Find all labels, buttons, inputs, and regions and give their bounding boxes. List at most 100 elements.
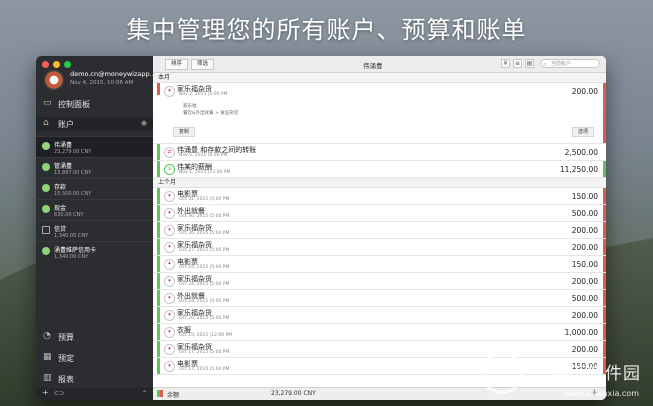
- clothing-icon: ✦: [164, 327, 175, 338]
- transaction-detail[interactable]: ✦ 家乐福杂货 Nov 2, 2015 |5:00 PM 200.00 家乐福 …: [153, 83, 606, 144]
- sidebar-item-dashboard[interactable]: ▭ 控制面板: [36, 97, 153, 111]
- expense-side-marker: [603, 83, 606, 143]
- transaction-amount: 200.00: [571, 243, 598, 252]
- account-item[interactable]: 存款 15,500.00 CNY: [36, 178, 153, 200]
- income-marker: [157, 144, 160, 160]
- sidebar-item-reports[interactable]: ▥ 报表: [36, 372, 153, 386]
- account-status-icon: [42, 184, 50, 192]
- account-item[interactable]: 伟涌豊 23,279.00 CNY: [36, 136, 153, 158]
- transaction-amount: 2,500.00: [564, 148, 598, 157]
- transaction-date: Oct 24, 2015 |5:00 PM: [179, 299, 230, 304]
- transaction-date: Oct 24, 2015 |5:00 PM: [179, 282, 230, 287]
- table-row[interactable]: ✦ 衣服 Oct 19, 2015 |12:00 PM 1,000.00: [153, 324, 606, 341]
- list-view-icon[interactable]: ≡: [513, 59, 522, 68]
- table-row[interactable]: ⇄ 伟涌豊 和存款之间的转账 Nov 2, 2015 |6:00 PM 2,50…: [153, 144, 606, 161]
- folder-icon: [42, 226, 50, 234]
- table-row[interactable]: ✦ 家乐福杂货 Oct 26, 2015 |5:00 PM 200.00: [153, 222, 606, 239]
- cart-icon: ✦: [164, 225, 175, 236]
- balance-marker: [157, 390, 163, 397]
- close-window-button[interactable]: [42, 61, 49, 68]
- dining-icon: ✦: [164, 293, 175, 304]
- account-item[interactable]: 涌豊维萨信用卡 1,340.00 CNY: [36, 241, 153, 263]
- transaction-amount: 1,000.00: [564, 328, 598, 337]
- sidebar-item-scheduled[interactable]: ▦ 预定: [36, 351, 153, 365]
- transaction-date: Oct 19, 2015 |12:00 PM: [179, 333, 233, 338]
- promo-headline: 集中管理您的所有账户、预算和账单: [126, 16, 527, 44]
- account-item[interactable]: 现金 630.00 CNY: [36, 199, 153, 221]
- expense-side-marker: [603, 290, 606, 306]
- search-input[interactable]: ⌕ 当前帐户: [540, 59, 600, 68]
- account-date: Nov 4, 2015, 10:08 AM: [70, 80, 134, 86]
- toolbar: 排序 筛选 伟涌豊 ¥ ≡ ▤ ⌕ 当前帐户: [153, 56, 606, 73]
- account-name: 涌豊维萨信用卡: [54, 247, 97, 254]
- eye-icon[interactable]: ◉: [141, 119, 147, 127]
- add-account-button[interactable]: +: [42, 388, 49, 397]
- currency-icon[interactable]: ¥: [501, 59, 510, 68]
- income-marker: [157, 307, 160, 323]
- bank-icon: ⌂: [43, 118, 49, 128]
- account-item[interactable]: 信贷 1,340.00 CNY: [36, 220, 153, 242]
- income-marker: [157, 188, 160, 204]
- grid-view-icon[interactable]: ▤: [525, 59, 534, 68]
- expense-side-marker: [603, 324, 606, 340]
- table-row[interactable]: $ 伟某的薪酬 Nov 1, 2015 |12:00 PM 11,250.00: [153, 161, 606, 178]
- watermark-logo: [481, 352, 523, 394]
- transaction-list: 本月 ✦ 家乐福杂货 Nov 2, 2015 |5:00 PM 200.00 家…: [153, 73, 606, 388]
- table-row[interactable]: ✦ 家乐福杂货 Oct 24, 2015 |5:00 PM 200.00: [153, 273, 606, 290]
- account-status-icon: [42, 205, 50, 213]
- income-marker: [157, 222, 160, 238]
- transfer-icon: ⇄: [164, 147, 175, 158]
- avatar[interactable]: [44, 70, 64, 90]
- income-marker: [157, 341, 160, 357]
- income-side-marker: [603, 161, 606, 177]
- sidebar-item-label: 预算: [58, 333, 74, 342]
- table-row[interactable]: ✦ 电影票 Oct 17, 2015 |5:00 PM 150.00: [153, 358, 606, 375]
- expense-side-marker: [603, 341, 606, 357]
- watermark-url: www.downxia.com: [564, 389, 639, 398]
- duplicate-button[interactable]: 复制: [173, 127, 196, 137]
- expense-side-marker: [603, 307, 606, 323]
- chevron-up-icon[interactable]: ⌃: [142, 390, 147, 397]
- sidebar-item-label: 报表: [58, 375, 74, 384]
- section-header: 本月: [153, 73, 606, 83]
- view-controls: ¥ ≡ ▤: [501, 59, 534, 68]
- table-row[interactable]: ✦ 外出就餐 Oct 30, 2015 |5:00 PM 500.00: [153, 205, 606, 222]
- account-name: 信贷: [54, 226, 67, 233]
- account-balance: 23,279.00 CNY: [54, 149, 92, 155]
- transaction-amount: 11,250.00: [559, 165, 598, 174]
- zoom-window-button[interactable]: [64, 61, 71, 68]
- minimize-window-button[interactable]: [53, 61, 60, 68]
- expense-side-marker: [603, 273, 606, 289]
- ticket-icon: ✦: [164, 361, 175, 372]
- transaction-amount: 200.00: [571, 311, 598, 320]
- transaction-category: 餐饮&外出就餐 > 食品杂货: [183, 111, 239, 116]
- expense-side-marker: [603, 256, 606, 272]
- transaction-date: Oct 31, 2015 |5:00 PM: [179, 197, 230, 202]
- cart-icon: ✦: [164, 344, 175, 355]
- account-name: 管涌豊: [54, 163, 73, 170]
- filter-button[interactable]: 筛选: [191, 59, 215, 70]
- table-row[interactable]: ✦ 电影票 Oct 31, 2015 |5:00 PM 150.00: [153, 188, 606, 205]
- table-row[interactable]: ✦ 家乐福杂货 Oct 17, 2015 |5:00 PM 200.00: [153, 341, 606, 358]
- toggle-icon[interactable]: ⊂⊃: [54, 390, 64, 397]
- transaction-amount: 200.00: [571, 87, 598, 96]
- expense-side-marker: [603, 222, 606, 238]
- table-row[interactable]: ✦ 家乐福杂货 Oct 20, 2015 |5:00 PM 200.00: [153, 307, 606, 324]
- sort-button[interactable]: 排序: [165, 59, 189, 70]
- sidebar-item-budget[interactable]: ◔ 预算: [36, 330, 153, 344]
- ticket-icon: ✦: [164, 191, 175, 202]
- account-status-icon: [42, 163, 50, 171]
- transaction-date: Oct 20, 2015 |5:00 PM: [179, 316, 230, 321]
- account-email: demo.cn@moneywizapp...: [70, 70, 156, 78]
- sidebar-item-accounts[interactable]: ⌂ 账户 ◉: [36, 117, 153, 131]
- account-name: 存款: [54, 184, 67, 191]
- table-row[interactable]: ✦ 家乐福杂货 Oct 27, 2015 |5:00 PM 200.00: [153, 239, 606, 256]
- table-row[interactable]: ✦ 电影票 Oct 24, 2015 |5:00 PM 150.00: [153, 256, 606, 273]
- table-row[interactable]: ✦ 外出就餐 Oct 24, 2015 |5:00 PM 500.00: [153, 290, 606, 307]
- sidebar: demo.cn@moneywizapp... Nov 4, 2015, 10:0…: [36, 56, 156, 400]
- account-item[interactable]: 管涌豊 13,897.00 CNY: [36, 157, 153, 179]
- window-controls: [42, 61, 71, 68]
- account-status-icon: [42, 142, 50, 150]
- app-window: demo.cn@moneywizapp... Nov 4, 2015, 10:0…: [36, 56, 606, 400]
- options-button[interactable]: 选项: [571, 127, 594, 137]
